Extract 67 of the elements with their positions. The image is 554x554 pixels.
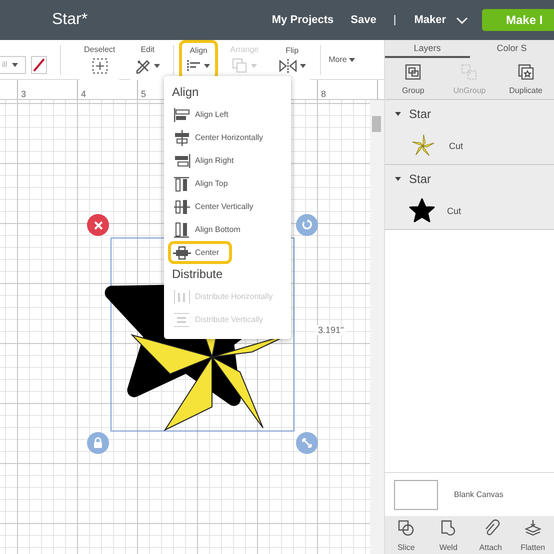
ruler-number: 5 <box>141 89 146 99</box>
lock-icon <box>93 437 103 449</box>
flip-icon <box>278 59 297 73</box>
lock-handle[interactable] <box>87 432 109 454</box>
caret-icon <box>300 64 306 68</box>
layer-item[interactable]: Cut <box>385 193 554 229</box>
more-button[interactable]: More <box>324 55 359 64</box>
center-v-icon <box>173 198 191 214</box>
separator: | <box>393 14 396 26</box>
align-top-icon <box>173 176 191 192</box>
layer-item[interactable]: Cut <box>385 128 554 164</box>
center-icon <box>173 244 191 260</box>
canvas-thumbnail[interactable] <box>394 480 438 510</box>
caret-icon <box>204 64 210 68</box>
star-icon <box>409 198 435 224</box>
scrollbar[interactable] <box>370 100 384 554</box>
ruler-number: 4 <box>81 89 86 99</box>
dist-v-icon <box>173 312 191 328</box>
resize-icon <box>302 438 312 448</box>
duplicate-icon <box>516 62 535 80</box>
nav-link[interactable]: Save <box>350 14 376 26</box>
bottom-action-button[interactable]: Weld <box>427 516 470 554</box>
align-left-icon <box>173 106 191 122</box>
slice-icon <box>397 518 416 536</box>
layer-header[interactable]: Star <box>385 100 554 128</box>
caret-icon <box>154 64 160 68</box>
rotate-handle[interactable] <box>296 214 318 236</box>
caret-icon <box>250 64 257 68</box>
color-swatch[interactable] <box>31 56 47 74</box>
menu-heading: Distribute <box>172 267 224 281</box>
resize-handle[interactable] <box>296 432 318 454</box>
layer-header[interactable]: Star <box>385 165 554 193</box>
layer-action-button[interactable]: Duplicate <box>498 58 554 99</box>
menu-heading: Align <box>172 85 200 99</box>
bottom-action-button[interactable]: Flatten <box>512 516 554 554</box>
nav-link[interactable]: My Projects <box>272 14 334 26</box>
blank-canvas-label: Blank Canvas <box>454 490 504 499</box>
ungroup-icon <box>460 62 478 80</box>
group-icon <box>404 62 422 80</box>
caret-icon <box>348 58 355 62</box>
align-left-icon <box>187 59 202 73</box>
flatten-icon <box>524 518 542 536</box>
delete-handle[interactable] <box>87 214 109 236</box>
dist-h-icon <box>173 288 191 304</box>
align-bottom-icon <box>173 222 191 238</box>
panel-tab[interactable]: Color S <box>470 40 554 58</box>
weld-icon <box>439 518 458 536</box>
layer-action-button[interactable]: Group <box>385 58 442 99</box>
caret-icon <box>12 62 18 66</box>
menu-item[interactable]: Center <box>168 241 232 264</box>
align-right-icon <box>173 152 191 168</box>
dimension-label: 3.191" <box>316 325 346 335</box>
project-title: Star* <box>52 11 89 29</box>
rotate-icon <box>301 219 313 231</box>
bottom-action-button[interactable]: Slice <box>385 516 428 554</box>
pencil-ruler-icon <box>135 58 152 74</box>
chevron-icon <box>456 16 468 24</box>
ruler-number: 8 <box>321 89 326 99</box>
center-h-icon <box>173 130 191 146</box>
caret-icon <box>395 176 401 182</box>
caret-icon <box>395 111 401 117</box>
machine-dropdown[interactable]: Maker <box>414 14 468 26</box>
deselect-icon <box>92 58 108 74</box>
close-icon <box>94 220 102 230</box>
arrange-icon <box>232 58 248 74</box>
ruler-number: 3 <box>21 89 26 99</box>
bottom-action-button[interactable]: Attach <box>470 516 512 554</box>
